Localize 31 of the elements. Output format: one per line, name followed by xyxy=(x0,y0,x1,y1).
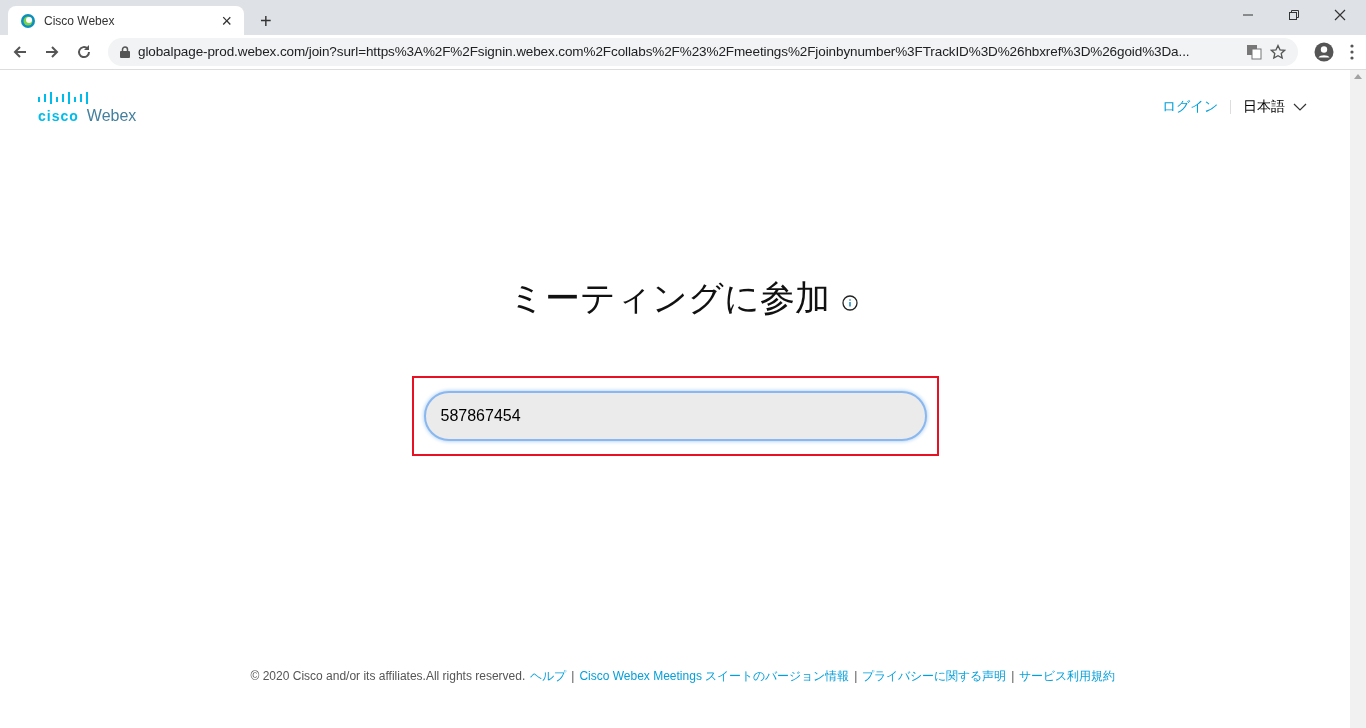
restore-icon[interactable] xyxy=(1288,9,1300,21)
page-title: ミーティングに参加 xyxy=(508,277,830,319)
new-tab-button[interactable]: + xyxy=(260,11,272,31)
forward-arrow-icon[interactable] xyxy=(44,44,60,60)
info-icon[interactable] xyxy=(841,295,858,312)
url-text: globalpage-prod.webex.com/join?surl=https%3A%2F%2Fsignin.webex.com%2Fcollabs%2F%23%2Fmeetings%2Fjoinbynumber%3FTrackID%3D%26hbxref%3D%26goid%3Da... xyxy=(138,42,1191,61)
logo-text: cisco xyxy=(38,107,79,126)
translate-icon[interactable] xyxy=(1246,44,1262,60)
tab-close-button[interactable]: × xyxy=(221,11,232,30)
cisco-webex-logo[interactable]: cisco Webex xyxy=(38,92,137,128)
chevron-down-icon xyxy=(1293,102,1307,111)
language-dropdown[interactable]: 日本語 xyxy=(1243,96,1307,117)
separator: | xyxy=(1011,668,1015,685)
profile-icon[interactable] xyxy=(1314,42,1334,62)
cisco-bars-icon xyxy=(38,92,90,104)
browser-tab[interactable]: Cisco Webex × xyxy=(8,6,244,35)
menu-icon[interactable] xyxy=(1350,44,1354,60)
separator: | xyxy=(854,668,858,685)
scrollbar[interactable] xyxy=(1350,70,1366,728)
star-icon[interactable] xyxy=(1270,44,1286,60)
lock-icon xyxy=(120,46,130,58)
address-bar[interactable]: globalpage-prod.webex.com/join?surl=https%3A%2F%2Fsignin.webex.com%2Fcollabs%2F%23%2Fmeetings%2Fjoinbynumber%3FTrackID%3D%26hbxref%3D%26goid%3Da... xyxy=(108,38,1298,66)
close-icon[interactable] xyxy=(1334,9,1346,21)
back-arrow-icon[interactable] xyxy=(12,44,28,60)
reload-icon[interactable] xyxy=(76,44,92,60)
tab-title: Cisco Webex xyxy=(44,12,116,29)
logo-text: Webex xyxy=(86,106,137,126)
webex-logo-icon xyxy=(20,12,36,29)
copyright-text: © 2020 Cisco and/or its affiliates.All rights reserved. xyxy=(250,668,526,685)
separator: | xyxy=(571,668,575,685)
meeting-number-field[interactable]: 587867454 xyxy=(423,390,927,441)
